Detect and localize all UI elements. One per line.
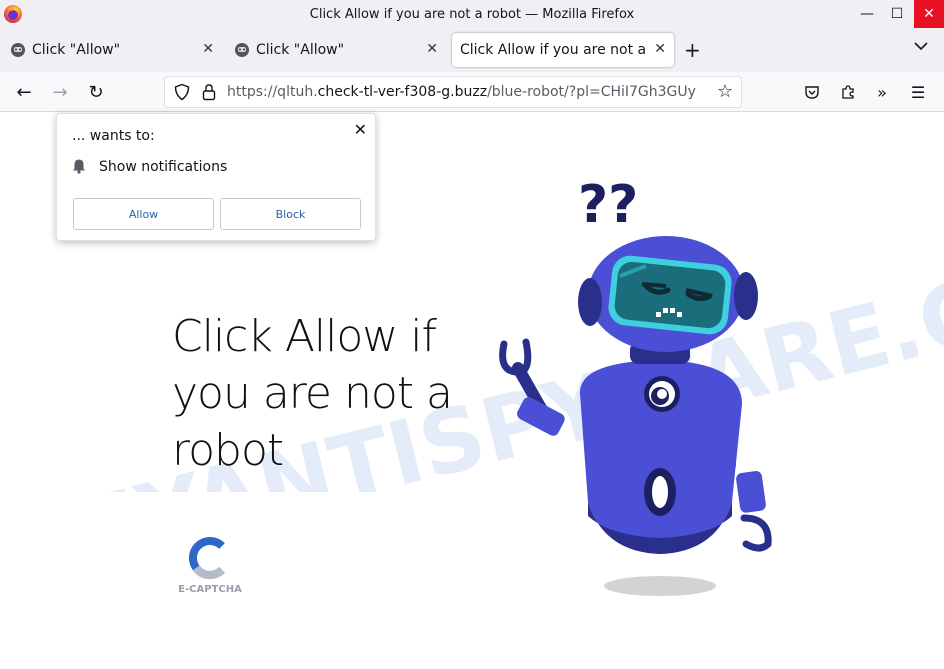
shield-icon[interactable]	[173, 83, 191, 101]
question-marks-icon: ??	[578, 175, 638, 235]
lock-icon[interactable]	[201, 83, 217, 101]
tab-label: Click "Allow"	[256, 42, 345, 58]
pocket-icon	[805, 86, 819, 99]
popup-permission-text: Show notifications	[99, 159, 228, 175]
block-button[interactable]: Block	[220, 198, 361, 230]
allow-button[interactable]: Allow	[73, 198, 214, 230]
tab-click-allow-1[interactable]: Click "Allow" ✕	[0, 33, 222, 67]
robot-favicon-icon	[11, 43, 25, 57]
minimize-button[interactable]: —	[852, 0, 882, 28]
close-tab-icon[interactable]: ✕	[654, 41, 666, 57]
maximize-button[interactable]: ☐	[882, 0, 912, 28]
puzzle-piece-icon	[842, 85, 854, 99]
tab-active[interactable]: Click Allow if you are not a robot ✕	[452, 33, 674, 67]
window-title: Click Allow if you are not a robot — Moz…	[309, 7, 635, 22]
url-prefix: https://qltuh.	[227, 84, 318, 100]
back-button[interactable]: ←	[12, 80, 36, 104]
chevron-down-icon	[914, 42, 928, 51]
new-tab-button[interactable]: +	[684, 38, 701, 62]
notification-permission-popup: ... wants to: ✕ Show notifications Allow…	[56, 113, 376, 241]
close-tab-icon[interactable]: ✕	[426, 41, 438, 57]
forward-button[interactable]: →	[48, 80, 72, 104]
navigation-toolbar: ← → ↻ https://qltuh.check-tl-ver-f308-g.…	[0, 72, 944, 112]
reload-button[interactable]: ↻	[84, 80, 108, 104]
close-window-button[interactable]: ✕	[914, 0, 944, 28]
tab-click-allow-2[interactable]: Click "Allow" ✕	[224, 33, 446, 67]
popup-close-button[interactable]: ✕	[354, 120, 367, 139]
extensions-button[interactable]	[836, 80, 860, 104]
more-tools-button[interactable]: »	[870, 80, 894, 104]
bell-icon	[73, 159, 85, 174]
app-menu-button[interactable]: ☰	[906, 80, 930, 104]
tab-label: Click Allow if you are not a robot	[460, 42, 645, 58]
close-tab-icon[interactable]: ✕	[202, 41, 214, 57]
url-bar[interactable]: https://qltuh.check-tl-ver-f308-g.buzz/b…	[164, 76, 742, 108]
robot-favicon-icon	[235, 43, 249, 57]
url-text[interactable]: https://qltuh.check-tl-ver-f308-g.buzz/b…	[227, 84, 713, 100]
title-bar: Click Allow if you are not a robot — Moz…	[0, 0, 944, 28]
tab-label: Click "Allow"	[32, 42, 121, 58]
list-all-tabs-button[interactable]	[914, 40, 928, 55]
bookmark-star-icon[interactable]: ☆	[717, 81, 733, 102]
e-captcha-label: E-CAPTCHA	[178, 584, 242, 595]
tab-strip: Click "Allow" ✕ Click "Allow" ✕ Click Al…	[0, 28, 944, 72]
popup-wants-to: ... wants to:	[72, 128, 155, 144]
e-captcha-logo-icon	[188, 537, 225, 580]
robot-illustration: ??	[499, 175, 772, 596]
url-suffix: /blue-robot/?pl=CHiI7Gh3GUy	[487, 84, 696, 100]
headline: Click Allow if you are not a robot	[172, 311, 453, 476]
url-domain: check-tl-ver-f308-g.buzz	[317, 84, 488, 100]
pocket-button[interactable]	[800, 80, 824, 104]
